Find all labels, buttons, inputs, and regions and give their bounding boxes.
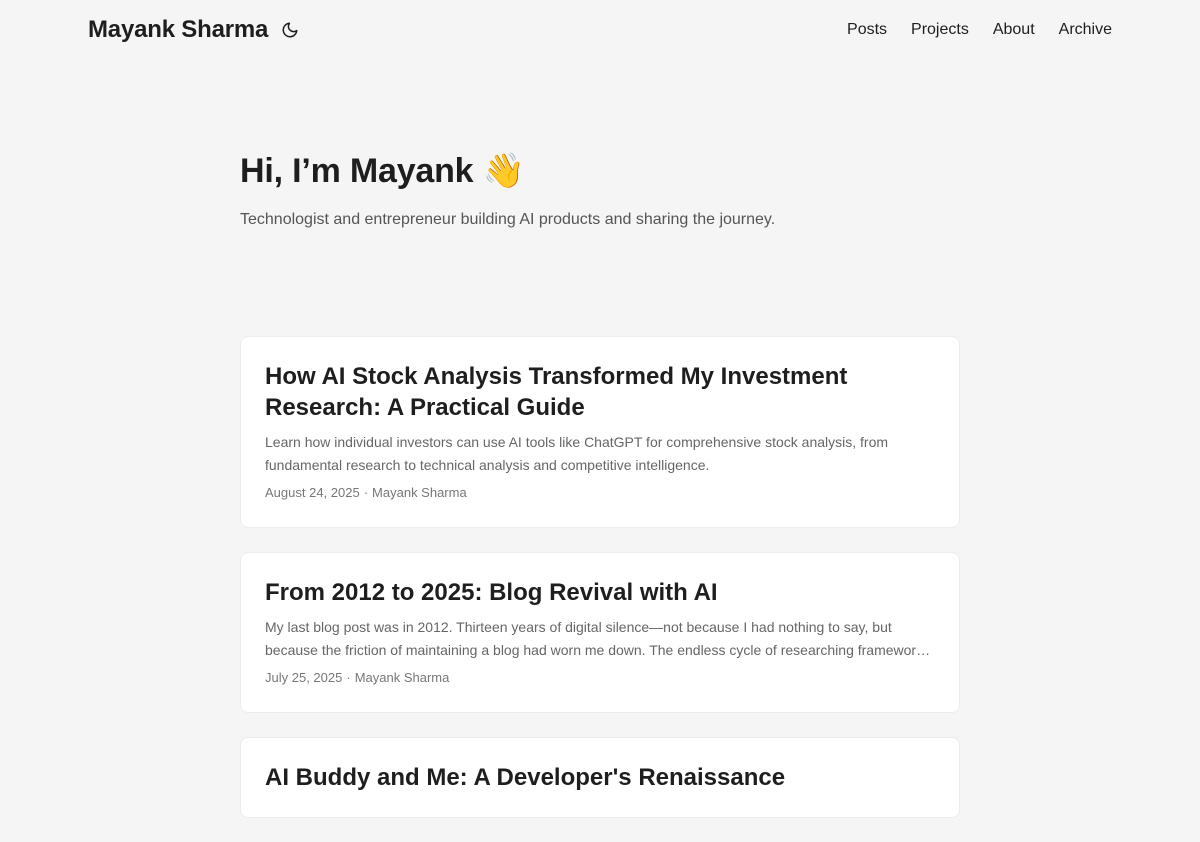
nav-item-posts[interactable]: Posts — [847, 18, 887, 42]
post-card[interactable]: From 2012 to 2025: Blog Revival with AI … — [240, 552, 960, 713]
hero-title: Hi, I’m Mayank 👋 — [240, 152, 525, 190]
post-date: August 24, 2025 — [265, 485, 360, 500]
post-meta: July 25, 2025 · Mayank Sharma — [265, 668, 935, 688]
post-card[interactable]: AI Buddy and Me: A Developer's Renaissan… — [240, 737, 960, 818]
post-date: July 25, 2025 — [265, 670, 343, 685]
post-list: How AI Stock Analysis Transformed My Inv… — [240, 336, 960, 842]
post-author: Mayank Sharma — [354, 670, 450, 685]
post-meta: August 24, 2025 · Mayank Sharma — [265, 483, 935, 503]
post-excerpt: Learn how individual investors can use A… — [265, 434, 889, 473]
post-card[interactable]: How AI Stock Analysis Transformed My Inv… — [240, 336, 960, 528]
post-excerpt: My last blog post was in 2012. Thirteen … — [265, 619, 934, 658]
nav-item-archive[interactable]: Archive — [1059, 18, 1112, 42]
logo-group: Mayank Sharma — [88, 14, 300, 46]
moon-icon — [282, 22, 298, 38]
post-author: Mayank Sharma — [372, 485, 467, 500]
main-nav: Posts Projects About Archive — [847, 18, 1112, 42]
nav-item-projects[interactable]: Projects — [911, 18, 969, 42]
meta-separator: · — [346, 670, 351, 685]
post-title[interactable]: AI Buddy and Me: A Developer's Renaissan… — [265, 762, 935, 793]
meta-separator: · — [363, 485, 369, 500]
hero-section: Hi, I’m Mayank 👋 Technologist and entrep… — [240, 148, 960, 232]
nav-item-about[interactable]: About — [993, 18, 1035, 42]
site-header: Mayank Sharma Posts Projects About Archi… — [0, 0, 1200, 60]
hero-subtitle: Technologist and entrepreneur building A… — [240, 211, 776, 228]
post-title[interactable]: How AI Stock Analysis Transformed My Inv… — [265, 361, 935, 423]
post-title[interactable]: From 2012 to 2025: Blog Revival with AI — [265, 577, 935, 608]
theme-toggle-button[interactable] — [280, 20, 300, 40]
site-title-link[interactable]: Mayank Sharma — [88, 14, 268, 46]
